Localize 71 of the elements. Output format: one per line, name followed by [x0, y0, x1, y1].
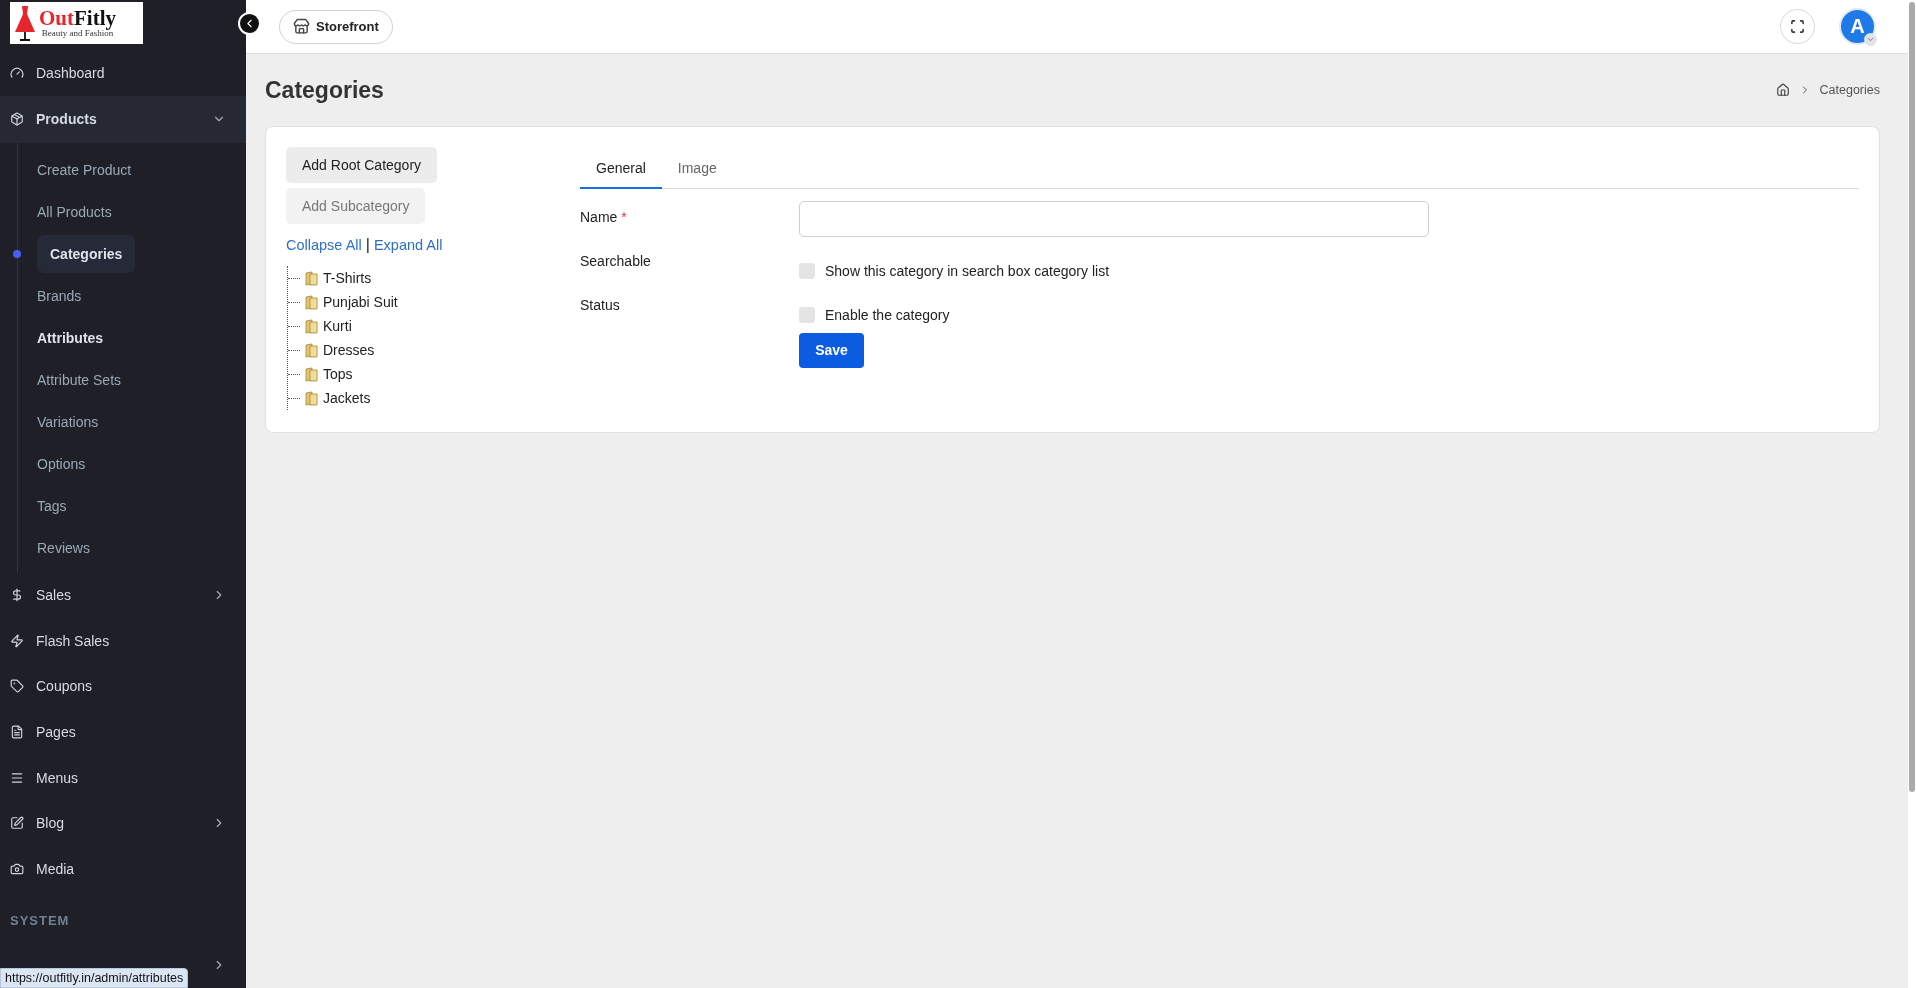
storefront-button[interactable]: Storefront — [279, 9, 393, 44]
folder-icon — [305, 342, 318, 358]
expand-all-link[interactable]: Expand All — [373, 237, 443, 253]
status-url: https://outfitly.in/admin/attributes — [0, 968, 189, 988]
tree-item[interactable]: Punjabi Suit — [323, 294, 398, 310]
submenu-item[interactable]: Attributes — [37, 316, 104, 359]
tab[interactable]: Image — [661, 147, 733, 189]
menu-item-icon — [10, 588, 24, 603]
submenu-item[interactable]: Brands — [37, 274, 82, 317]
submenu-item[interactable]: All Products — [37, 190, 112, 233]
sidebar-item[interactable]: Sales — [0, 572, 246, 619]
checkbox-label: Show this category in search box category list — [825, 263, 1110, 279]
sidebar-item[interactable]: Pages — [0, 709, 246, 755]
sidebar-item[interactable]: Menus — [0, 754, 246, 801]
folder-icon — [305, 270, 318, 286]
tree-item[interactable]: Tops — [323, 366, 353, 382]
menu-item-icon — [10, 66, 24, 81]
logo-name: OutFitly — [39, 7, 116, 29]
menu-item-icon — [10, 816, 24, 831]
menu-item-icon — [10, 770, 24, 785]
menu-item-icon — [10, 679, 24, 694]
sidebar-item[interactable]: Media — [0, 845, 246, 892]
store-icon — [293, 18, 310, 35]
save-button[interactable]: Save — [799, 332, 864, 368]
active-dot-icon — [13, 249, 21, 258]
folder-icon — [305, 390, 318, 406]
menu-item-icon — [10, 725, 24, 739]
sidebar-item[interactable]: Products — [0, 96, 246, 143]
tree-item[interactable]: T-Shirts — [323, 270, 372, 286]
submenu-item[interactable]: Options — [37, 442, 86, 485]
submenu-item[interactable]: Attribute Sets — [37, 358, 122, 401]
scrollbar-thumb[interactable] — [1909, 2, 1915, 792]
sidebar-item[interactable]: Dashboard — [0, 50, 246, 96]
submenu-item[interactable]: Reviews — [37, 526, 90, 569]
sidebar-item[interactable]: Flash Sales — [0, 618, 246, 664]
menu-item-icon — [10, 861, 24, 876]
folder-icon — [305, 294, 318, 310]
tree-item[interactable]: Dresses — [323, 342, 375, 358]
sidebar-item[interactable]: Blog — [0, 800, 246, 846]
checkbox[interactable] — [799, 263, 815, 279]
sidebar-item[interactable]: Coupons — [0, 663, 246, 710]
fullscreen-icon — [1790, 19, 1805, 34]
dress-logo-icon — [13, 3, 37, 42]
menu-item-icon — [10, 633, 24, 648]
checkbox[interactable] — [799, 307, 815, 323]
field-label: Status — [580, 297, 621, 315]
menu-item-icon — [10, 112, 24, 127]
field-label: Searchable — [580, 253, 652, 271]
submenu-item[interactable]: Variations — [37, 400, 99, 443]
tree-item[interactable]: Jackets — [323, 390, 371, 406]
tab[interactable]: General — [580, 147, 662, 189]
name-input[interactable] — [799, 201, 1429, 237]
tree-item[interactable]: Kurti — [323, 318, 352, 334]
collapse-all-link[interactable]: Collapse All — [286, 237, 362, 253]
home-icon[interactable] — [1775, 83, 1790, 97]
breadcrumb-item: Categories — [1819, 83, 1880, 97]
fullscreen-button[interactable] — [1780, 9, 1815, 44]
required-mark: * — [621, 209, 627, 225]
folder-icon — [305, 318, 318, 334]
page-title: Categories — [265, 76, 385, 104]
category-button[interactable]: Add Root Category — [286, 147, 438, 183]
submenu-item[interactable]: Create Product — [37, 148, 132, 191]
separator: | — [365, 236, 370, 254]
folder-icon — [305, 366, 318, 382]
section-heading: SYSTEM — [9, 912, 71, 931]
chevron-down-icon — [1866, 35, 1875, 44]
submenu-item[interactable]: Tags — [37, 484, 67, 527]
submenu-item[interactable]: Categories — [37, 234, 136, 273]
avatar-button[interactable]: A — [1839, 8, 1876, 45]
checkbox-label: Enable the category — [825, 307, 950, 323]
field-label: Name * — [580, 209, 628, 227]
